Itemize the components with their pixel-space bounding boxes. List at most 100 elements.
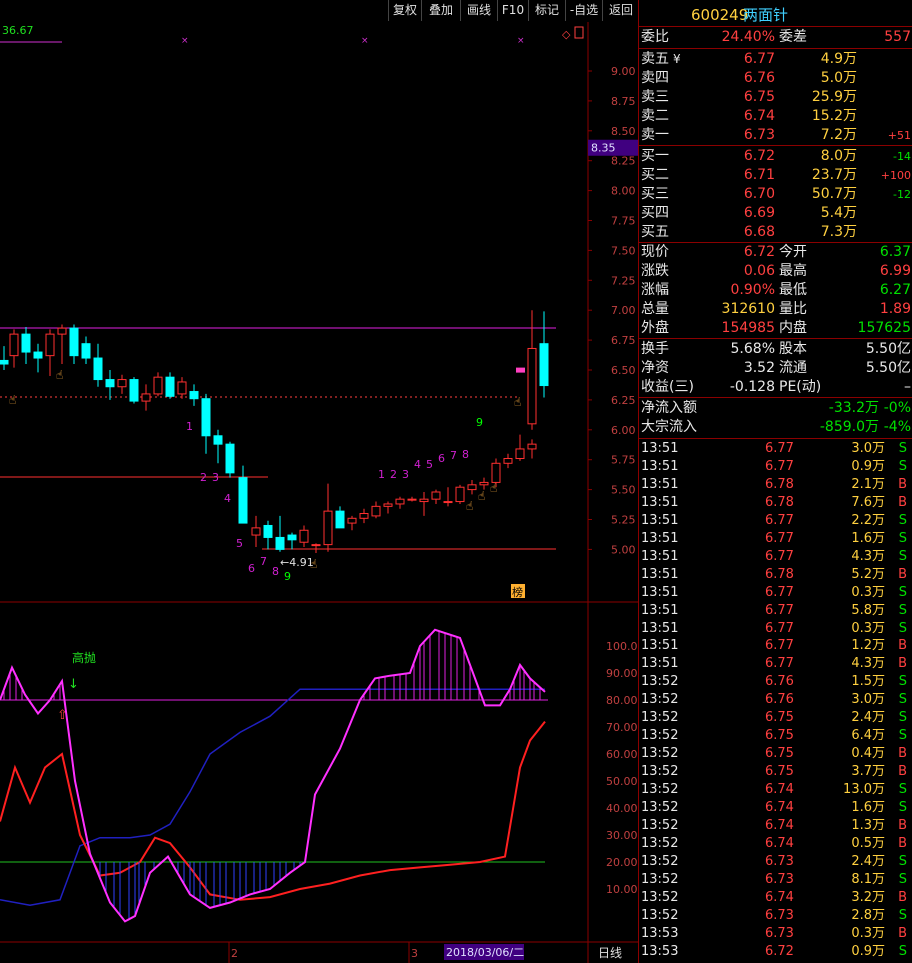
tick-volume: 1.6万: [851, 530, 885, 546]
candle-body: [105, 379, 115, 388]
tick-row: 13:51 6.77 0.3万 S: [639, 584, 912, 602]
signal-bar: [516, 367, 525, 373]
ask-price: 6.77: [743, 51, 775, 67]
ask-row[interactable]: 卖四 6.76 5.0万: [639, 69, 912, 88]
bid-label: 买一: [641, 148, 669, 164]
bid-label: 买五: [641, 224, 669, 240]
tick-price: 6.78: [765, 566, 794, 582]
tick-time: 13:52: [641, 907, 679, 923]
tick-side: B: [898, 889, 907, 905]
seq-label-up: 1: [378, 468, 385, 481]
bid-row[interactable]: 买一 6.72 8.0万 -14: [639, 147, 912, 166]
fundamental-row: 换手 5.68% 股本 5.50亿: [639, 340, 912, 359]
stat-value: 6.27: [879, 282, 911, 298]
bid-price: 6.71: [743, 167, 775, 183]
tick-side: B: [898, 817, 907, 833]
window-icon[interactable]: [574, 26, 584, 39]
stat-label: 现价: [641, 244, 669, 260]
hand-icon: ☝: [56, 368, 63, 382]
price-axis-label: 5.00: [611, 543, 636, 556]
tick-row: 13:51 6.77 4.3万 S: [639, 548, 912, 566]
tick-row: 13:53 6.73 0.3万 B: [639, 925, 912, 943]
bid-row[interactable]: 买四 6.69 5.4万: [639, 204, 912, 223]
mark-button[interactable]: 标记: [528, 0, 565, 21]
stat-label: 涨跌: [641, 263, 669, 279]
restore-rights-button[interactable]: 复权: [388, 0, 421, 21]
bid-row[interactable]: 买三 6.70 50.7万 -12: [639, 185, 912, 204]
seq-label-down: 3: [212, 471, 219, 484]
indicator-axis-label: 50.00: [606, 775, 638, 788]
tick-time: 13:52: [641, 710, 679, 726]
tick-volume: 0.4万: [851, 746, 885, 762]
tick-side: B: [898, 764, 907, 780]
bid-volume: 50.7万: [811, 186, 857, 202]
ask-change: +51: [887, 129, 911, 142]
candle-body: [455, 486, 465, 503]
candle-body: [177, 381, 187, 395]
bid-row[interactable]: 买五 6.68 7.3万: [639, 223, 912, 242]
tick-row: 13:52 6.76 1.5万 S: [639, 673, 912, 691]
overlay-button[interactable]: 叠加: [421, 0, 460, 21]
back-button[interactable]: 返回: [602, 0, 639, 21]
flow-value: -859.0万: [819, 419, 879, 435]
tick-time: 13:52: [641, 728, 679, 744]
tick-side: B: [898, 494, 907, 510]
indicator-axis-label: 20.00: [606, 856, 638, 869]
price-axis-label: 6.25: [611, 394, 636, 407]
seq-label-up: 3: [402, 468, 409, 481]
hand-icon: ☝: [9, 393, 16, 407]
ask5-mark: ¥: [673, 52, 681, 66]
tick-row: 13:51 6.78 7.6万 B: [639, 494, 912, 512]
diamond-icon: ◇: [562, 28, 571, 41]
tick-time: 13:51: [641, 566, 679, 582]
ask-row[interactable]: 卖二 6.74 15.2万: [639, 107, 912, 126]
f10-button[interactable]: F10: [497, 0, 528, 21]
tick-side: B: [898, 746, 907, 762]
ask-row[interactable]: 卖五 ¥6.77 4.9万: [639, 50, 912, 69]
candle-body: [225, 443, 235, 474]
candle-body: [323, 510, 333, 546]
kline-chart-area[interactable]: 36.67 ◇ 9.00 8.75 8.50 8.25 8.00 7.75 7.50 7.25 7.…: [0, 22, 638, 963]
seq-label-down: 9: [284, 570, 291, 583]
ask-price: 6.75: [743, 89, 775, 105]
candle-body: [311, 544, 321, 547]
tick-side: S: [898, 602, 907, 618]
weibi-label: 委比: [641, 29, 669, 45]
bid-price: 6.72: [743, 148, 775, 164]
period-label[interactable]: 日线: [598, 946, 622, 960]
hand-icon: ☝: [478, 489, 485, 503]
tick-volume: 0.9万: [851, 458, 885, 474]
bid-row[interactable]: 买二 6.71 23.7万 +100: [639, 166, 912, 185]
stat-label: 最高: [779, 263, 807, 279]
price-axis-label: 8.75: [611, 95, 636, 108]
tick-volume: 2.4万: [851, 710, 885, 726]
tick-price: 6.76: [765, 674, 794, 690]
seq-label-down: 8: [272, 565, 279, 578]
fund-value: -0.128: [729, 379, 775, 395]
tick-price: 6.74: [765, 889, 794, 905]
remove-watchlist-button[interactable]: -自选: [565, 0, 602, 21]
tick-price: 6.74: [765, 817, 794, 833]
ask-row[interactable]: 卖一 6.73 7.2万 +51: [639, 126, 912, 145]
tick-volume: 5.8万: [851, 602, 885, 618]
ask-row[interactable]: 卖三 6.75 25.9万: [639, 88, 912, 107]
indicator-blue-line: [0, 688, 545, 906]
tick-price: 6.75: [765, 710, 794, 726]
price-axis-label: 7.25: [611, 274, 636, 287]
candle-body: [33, 351, 43, 359]
draw-line-button[interactable]: 画线: [460, 0, 497, 21]
month-mark: 3: [411, 947, 418, 960]
tick-row: 13:52 6.75 3.7万 B: [639, 763, 912, 781]
quote-stat-row: 现价 6.72 今开 6.37: [639, 243, 912, 262]
tick-price: 6.75: [765, 746, 794, 762]
candle-body: [238, 477, 248, 524]
tick-row: 13:53 6.72 0.9万 S: [639, 943, 912, 961]
capital-flow-row: 净流入额 -33.2万 -0%: [639, 399, 912, 418]
candle-body: [527, 443, 537, 450]
candle-body: [299, 529, 309, 543]
date-tag: 2018/03/06/二: [446, 946, 524, 959]
tick-side: S: [898, 907, 907, 923]
candle-body: [57, 327, 67, 335]
top-marker: ×: [517, 36, 525, 46]
up-arrow-icon: ⇧: [57, 708, 68, 723]
